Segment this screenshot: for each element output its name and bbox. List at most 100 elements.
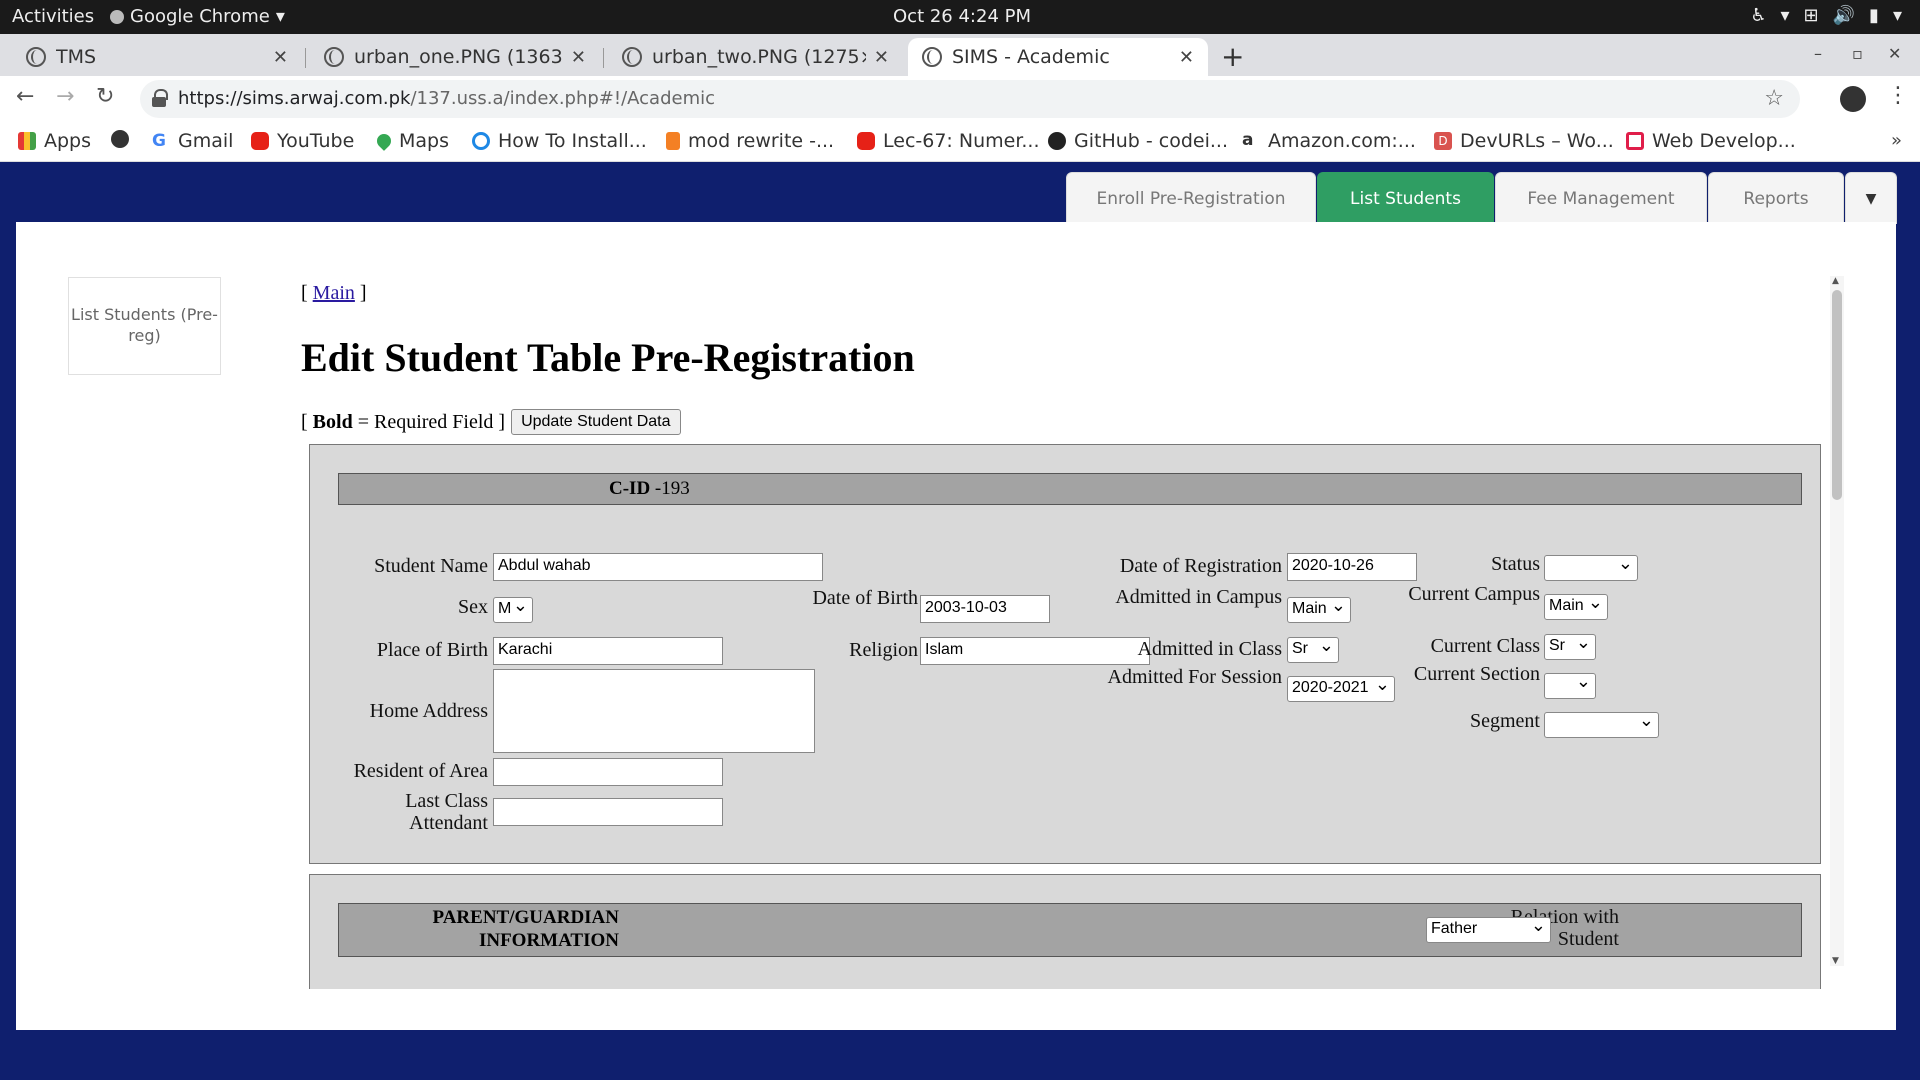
place-of-birth-label: Place of Birth [376, 639, 488, 661]
globe-icon [622, 47, 642, 67]
relation-select[interactable]: Father [1426, 915, 1551, 943]
bookmark-mod-rewrite[interactable]: mod rewrite -... [666, 130, 834, 152]
app-name: Google Chrome [130, 6, 270, 27]
profile-avatar-icon[interactable] [1840, 86, 1866, 112]
segment-label: Segment [1470, 710, 1540, 732]
bookmark-globe[interactable] [111, 130, 129, 148]
reg-date-label: Date of Registration [1119, 555, 1282, 577]
current-campus-select[interactable]: Main [1544, 592, 1608, 620]
tab-title: urban_one.PNG (1363×43 [354, 46, 563, 68]
bookmark-apps[interactable]: Apps [18, 130, 91, 152]
resident-area-input[interactable] [493, 758, 723, 786]
required-bold-word: Bold [312, 410, 353, 433]
breadcrumb-main-link[interactable]: Main [313, 282, 355, 304]
chevron-down-icon: ▾ [275, 6, 285, 27]
apps-grid-icon [18, 132, 36, 150]
globe-icon [324, 47, 344, 67]
url-text[interactable]: https://sims.arwaj.com.pk/137.uss.a/inde… [178, 88, 715, 109]
browser-menu-icon[interactable]: ⋮ [1887, 83, 1909, 108]
google-icon: G [152, 131, 166, 151]
bookmark-youtube[interactable]: YouTube [251, 130, 354, 152]
clock[interactable]: Oct 26 4:24 PM [893, 6, 1031, 27]
map-pin-icon [374, 131, 394, 151]
accessibility-icon[interactable]: ♿ [1750, 5, 1766, 26]
place-of-birth-input[interactable]: Karachi [493, 637, 723, 665]
bookmark-web-develop[interactable]: Web Develop... [1626, 130, 1796, 152]
battery-icon[interactable]: ▮ [1869, 5, 1879, 26]
tab-fee-management[interactable]: Fee Management [1495, 172, 1707, 224]
activities-button[interactable]: Activities [12, 6, 94, 27]
tab-reports[interactable]: Reports [1708, 172, 1844, 224]
bookmark-github[interactable]: GitHub - codei... [1048, 130, 1228, 152]
forward-icon[interactable]: → [56, 84, 74, 109]
system-tray[interactable]: ♿ ▾ ⊞ 🔊 ▮ ▾ [1750, 5, 1902, 26]
sex-label: Sex [458, 596, 488, 618]
update-student-data-button[interactable]: Update Student Data [511, 409, 681, 435]
lock-icon[interactable] [152, 89, 168, 107]
devurls-icon: D [1434, 132, 1452, 150]
segment-select[interactable] [1544, 710, 1659, 738]
last-class-input[interactable] [493, 798, 723, 826]
current-class-label: Current Class [1430, 635, 1540, 657]
form-scrollbar[interactable]: ▲ ▼ [1830, 276, 1844, 966]
scroll-down-icon[interactable]: ▼ [1832, 956, 1839, 966]
bookmark-gmail[interactable]: G Gmail [152, 130, 233, 152]
bookmark-star-icon[interactable]: ☆ [1764, 86, 1784, 111]
address-bar[interactable]: https://sims.arwaj.com.pk/137.uss.a/inde… [140, 80, 1800, 118]
dob-input[interactable]: 2003-10-03 [920, 595, 1050, 623]
main-panel: List Students (Pre-reg) [ Main ] Edit St… [16, 222, 1896, 1030]
globe-icon [111, 130, 129, 148]
chrome-icon [110, 9, 124, 24]
sidebar-item-list-students[interactable]: List Students (Pre-reg) [68, 277, 221, 375]
youtube-icon [251, 132, 269, 150]
new-tab-button[interactable]: + [1221, 40, 1244, 73]
close-icon[interactable]: ✕ [1179, 47, 1194, 68]
bookmark-lec-67[interactable]: Lec-67: Numer... [857, 130, 1040, 152]
tab-enroll-pre-registration[interactable]: Enroll Pre-Registration [1066, 172, 1316, 224]
browser-tab[interactable]: TMS ✕ [12, 38, 302, 76]
cid-value: -193 [654, 478, 690, 499]
home-address-label: Home Address [369, 700, 488, 722]
form-scroll-area[interactable]: C-ID -193 Student Name Abdul wahab Sex M… [309, 444, 1839, 989]
scroll-up-icon[interactable]: ▲ [1832, 276, 1839, 286]
current-class-select[interactable]: Sr [1544, 632, 1596, 660]
admitted-session-label: Admitted For Session [1107, 666, 1282, 688]
volume-icon[interactable]: 🔊 [1833, 5, 1855, 26]
student-fieldset: C-ID -193 Student Name Abdul wahab Sex M… [309, 444, 1821, 864]
admitted-class-select[interactable]: Sr [1287, 635, 1339, 663]
tab-list-students[interactable]: List Students [1317, 172, 1494, 224]
sex-select[interactable]: M [493, 595, 533, 623]
current-section-select[interactable] [1544, 671, 1596, 699]
bookmark-maps[interactable]: Maps [374, 130, 449, 152]
app-menu[interactable]: Google Chrome ▾ [110, 6, 285, 27]
nav-dropdown-button[interactable]: ▼ [1845, 172, 1897, 224]
close-icon[interactable]: ✕ [571, 47, 586, 68]
browser-tab-active[interactable]: SIMS - Academic ✕ [908, 38, 1208, 76]
status-select[interactable] [1544, 553, 1638, 581]
reload-icon[interactable]: ↻ [96, 84, 114, 109]
bookmark-how-to-install[interactable]: How To Install... [472, 130, 647, 152]
student-name-input[interactable]: Abdul wahab [493, 553, 823, 581]
amazon-icon: a [1242, 130, 1254, 150]
minimize-button[interactable]: – [1814, 44, 1822, 63]
bookmark-amazon[interactable]: a Amazon.com:... [1242, 130, 1416, 152]
back-icon[interactable]: ← [16, 84, 34, 109]
cid-header-bar: C-ID -193 [338, 473, 1802, 505]
browser-tab[interactable]: urban_two.PNG (1275×64 ✕ [608, 38, 903, 76]
admitted-session-select[interactable]: 2020-2021 [1287, 674, 1395, 702]
bookmarks-bar: Apps G Gmail YouTube Maps How To Install.… [0, 122, 1920, 162]
guardian-header-bar: PARENT/GUARDIAN INFORMATION Relation wit… [338, 903, 1802, 957]
last-class-label: Last Class Attendant [405, 790, 488, 834]
browser-tab[interactable]: urban_one.PNG (1363×43 ✕ [310, 38, 600, 76]
chevron-down-icon: ▾ [1780, 5, 1790, 26]
window-close-button[interactable]: ✕ [1888, 44, 1901, 63]
scrollbar-thumb[interactable] [1832, 290, 1842, 500]
bookmarks-overflow-icon[interactable]: » [1891, 130, 1902, 151]
admitted-campus-select[interactable]: Main [1287, 595, 1351, 623]
network-icon[interactable]: ⊞ [1804, 5, 1819, 26]
bookmark-devurls[interactable]: D DevURLs – Wo... [1434, 130, 1614, 152]
close-icon[interactable]: ✕ [874, 47, 889, 68]
home-address-textarea[interactable] [493, 669, 815, 753]
restore-button[interactable]: ▫ [1852, 44, 1863, 63]
close-icon[interactable]: ✕ [273, 47, 288, 68]
